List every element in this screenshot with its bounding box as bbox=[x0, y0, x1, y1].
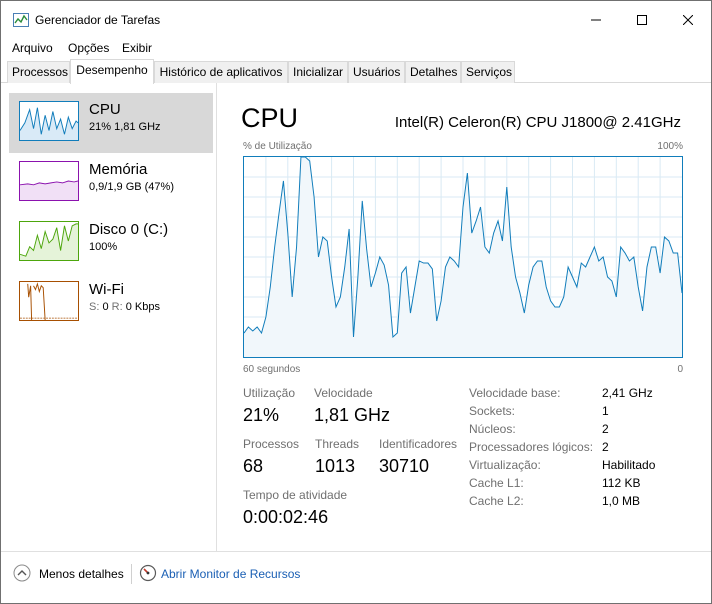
sidebar-item-disco[interactable]: Disco 0 (C:) 100% bbox=[9, 213, 213, 273]
info-value-nucleos: 2 bbox=[602, 422, 609, 436]
processos-label: Processos bbox=[243, 437, 300, 451]
open-resource-monitor-link[interactable]: Abrir Monitor de Recursos bbox=[161, 567, 300, 581]
disk-thumbnail-graph bbox=[19, 221, 79, 261]
page-title: CPU bbox=[241, 103, 299, 133]
disk-summary: 100% bbox=[89, 241, 118, 253]
info-label-sockets: Sockets: bbox=[469, 404, 516, 418]
resource-monitor-icon[interactable] bbox=[139, 564, 157, 582]
close-icon bbox=[683, 15, 693, 25]
cpu-label: CPU bbox=[89, 101, 121, 118]
close-button[interactable] bbox=[665, 1, 711, 39]
chevron-up-icon[interactable] bbox=[13, 564, 31, 582]
cpu-usage-graph bbox=[243, 156, 683, 358]
tab-processos[interactable]: Processos bbox=[7, 61, 70, 83]
tempo-atividade-value: 0:00:02:46 bbox=[243, 507, 329, 527]
velocidade-value: 1,81 GHz bbox=[314, 405, 391, 425]
graph-x-min: 0 bbox=[677, 364, 683, 375]
cpu-summary: 21% 1,81 GHz bbox=[89, 121, 161, 133]
graph-y-max: 100% bbox=[657, 141, 683, 152]
wifi-summary: S: 0 R: 0 Kbps bbox=[89, 301, 160, 313]
tab-historico[interactable]: Histórico de aplicativos bbox=[154, 61, 288, 83]
window-title: Gerenciador de Tarefas bbox=[35, 13, 161, 27]
sidebar-item-memoria[interactable]: Memória 0,9/1,9 GB (47%) bbox=[9, 153, 213, 213]
memory-label: Memória bbox=[89, 161, 148, 178]
tab-usuarios[interactable]: Usuários bbox=[348, 61, 405, 83]
tab-inicializar[interactable]: Inicializar bbox=[288, 61, 348, 83]
wifi-send-value: 0 bbox=[102, 301, 109, 313]
maximize-icon bbox=[637, 15, 647, 25]
menu-bar: Arquivo Opções Exibir bbox=[1, 39, 711, 59]
graph-time-label: 60 segundos bbox=[243, 364, 301, 375]
disk-label: Disco 0 (C:) bbox=[89, 221, 169, 238]
task-manager-icon bbox=[13, 13, 29, 27]
processos-value: 68 bbox=[243, 456, 264, 476]
wifi-recv-value: 0 Kbps bbox=[125, 301, 160, 313]
menu-arquivo[interactable]: Arquivo bbox=[12, 41, 53, 55]
info-value-virtualizacao: Habilitado bbox=[602, 458, 656, 472]
wifi-label: Wi-Fi bbox=[89, 281, 124, 298]
wifi-thumbnail-graph bbox=[19, 281, 79, 321]
utilizacao-label: Utilização bbox=[243, 386, 296, 400]
velocidade-label: Velocidade bbox=[314, 386, 373, 400]
info-value-processadores-logicos: 2 bbox=[602, 440, 609, 454]
wifi-recv-label: R: bbox=[111, 301, 123, 313]
info-value-cache-l1: 112 KB bbox=[602, 476, 641, 490]
threads-value: 1013 bbox=[315, 456, 356, 476]
cpu-detail-panel: CPU Intel(R) Celeron(R) CPU J1800@ 2.41G… bbox=[217, 83, 711, 551]
cpu-model-name: Intel(R) Celeron(R) CPU J1800@ 2.41GHz bbox=[394, 114, 681, 131]
menu-exibir[interactable]: Exibir bbox=[122, 41, 152, 55]
tab-desempenho[interactable]: Desempenho bbox=[70, 59, 154, 84]
info-label-nucleos: Núcleos: bbox=[469, 422, 516, 436]
footer-separator bbox=[131, 564, 132, 584]
cpu-thumbnail-graph bbox=[19, 101, 79, 141]
info-label-processadores-logicos: Processadores lógicos: bbox=[469, 440, 594, 454]
info-value-velocidade-base: 2,41 GHz bbox=[602, 386, 653, 400]
info-value-cache-l2: 1,0 MB bbox=[602, 494, 641, 508]
memory-summary: 0,9/1,9 GB (47%) bbox=[89, 181, 174, 193]
identificadores-value: 30710 bbox=[379, 456, 430, 476]
info-label-velocidade-base: Velocidade base: bbox=[469, 386, 561, 400]
tab-bar: Processos Desempenho Histórico de aplica… bbox=[1, 59, 711, 84]
wifi-send-label: S: bbox=[89, 301, 100, 313]
identificadores-label: Identificadores bbox=[379, 437, 458, 451]
task-manager-window: Gerenciador de Tarefas Arquivo Opções Ex… bbox=[0, 0, 712, 604]
sidebar-item-cpu[interactable]: CPU 21% 1,81 GHz bbox=[9, 93, 213, 153]
info-label-virtualizacao: Virtualização: bbox=[469, 458, 541, 472]
tab-servicos[interactable]: Serviços bbox=[461, 61, 515, 83]
menu-opcoes[interactable]: Opções bbox=[68, 41, 109, 55]
graph-y-label: % de Utilização bbox=[243, 141, 312, 152]
minimize-icon bbox=[591, 19, 601, 21]
resource-list: CPU 21% 1,81 GHz Memória 0,9/1,9 GB (47%… bbox=[1, 83, 217, 551]
info-label-cache-l1: Cache L1: bbox=[469, 476, 524, 490]
memory-thumbnail-graph bbox=[19, 161, 79, 201]
tempo-atividade-label: Tempo de atividade bbox=[243, 488, 348, 502]
title-bar[interactable]: Gerenciador de Tarefas bbox=[1, 1, 711, 39]
info-label-cache-l2: Cache L2: bbox=[469, 494, 524, 508]
fewer-details-button[interactable]: Menos detalhes bbox=[39, 567, 124, 581]
tab-detalhes[interactable]: Detalhes bbox=[405, 61, 461, 83]
utilizacao-value: 21% bbox=[243, 405, 280, 425]
footer-bar: Menos detalhes Abrir Monitor de Recursos bbox=[1, 551, 711, 603]
sidebar-item-wifi[interactable]: Wi-Fi S: 0 R: 0 Kbps bbox=[9, 273, 213, 333]
info-value-sockets: 1 bbox=[602, 404, 609, 418]
minimize-button[interactable] bbox=[573, 1, 619, 39]
threads-label: Threads bbox=[315, 437, 360, 451]
maximize-button[interactable] bbox=[619, 1, 665, 39]
